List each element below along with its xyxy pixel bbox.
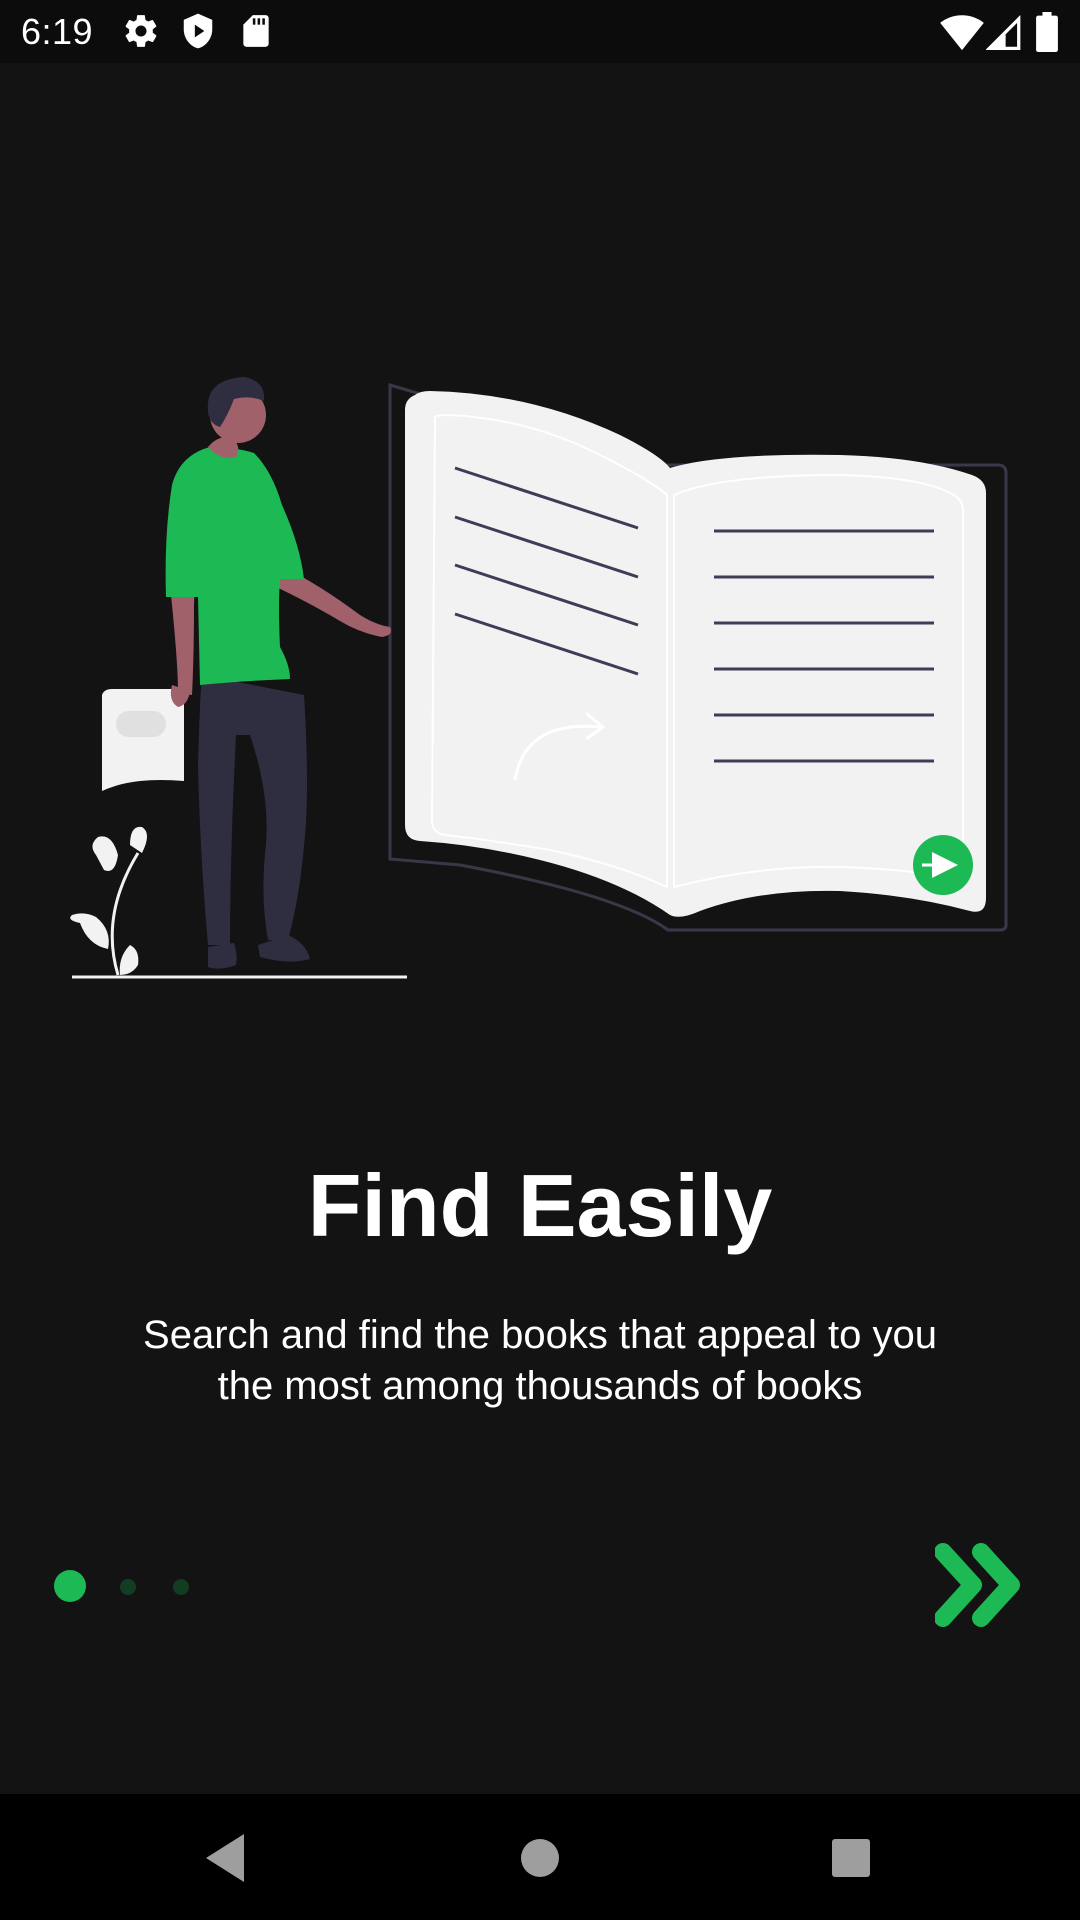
book-left-page xyxy=(405,391,670,915)
status-time: 6:19 xyxy=(21,11,94,52)
recents-icon xyxy=(832,1839,870,1877)
page-dot[interactable] xyxy=(120,1579,136,1595)
home-icon xyxy=(521,1839,559,1877)
wifi-icon xyxy=(940,12,984,57)
onboarding-screen: 6:19 Find Easily Search and find the boo… xyxy=(0,0,1080,1920)
cell-signal-icon xyxy=(985,12,1022,57)
page-indicator xyxy=(54,1570,214,1604)
battery-icon xyxy=(1036,12,1058,57)
home-button[interactable] xyxy=(500,1818,580,1898)
page-dot-active[interactable] xyxy=(54,1570,86,1602)
navigation-bar xyxy=(0,1794,1080,1920)
sd-card-icon xyxy=(237,12,275,55)
double-chevron-right-icon xyxy=(934,1543,1020,1627)
onboarding-title: Find Easily xyxy=(307,1156,773,1255)
page-dot[interactable] xyxy=(173,1579,189,1595)
shield-play-icon xyxy=(179,12,217,55)
onboarding-illustration xyxy=(60,375,1020,995)
gear-icon xyxy=(122,12,160,55)
back-icon xyxy=(206,1834,244,1882)
recents-button[interactable] xyxy=(811,1818,891,1898)
onboarding-description: Search and find the books that appeal to… xyxy=(143,1313,937,1408)
back-button[interactable] xyxy=(186,1818,266,1898)
next-button[interactable] xyxy=(934,1540,1025,1630)
status-bar: 6:19 xyxy=(0,0,1080,63)
